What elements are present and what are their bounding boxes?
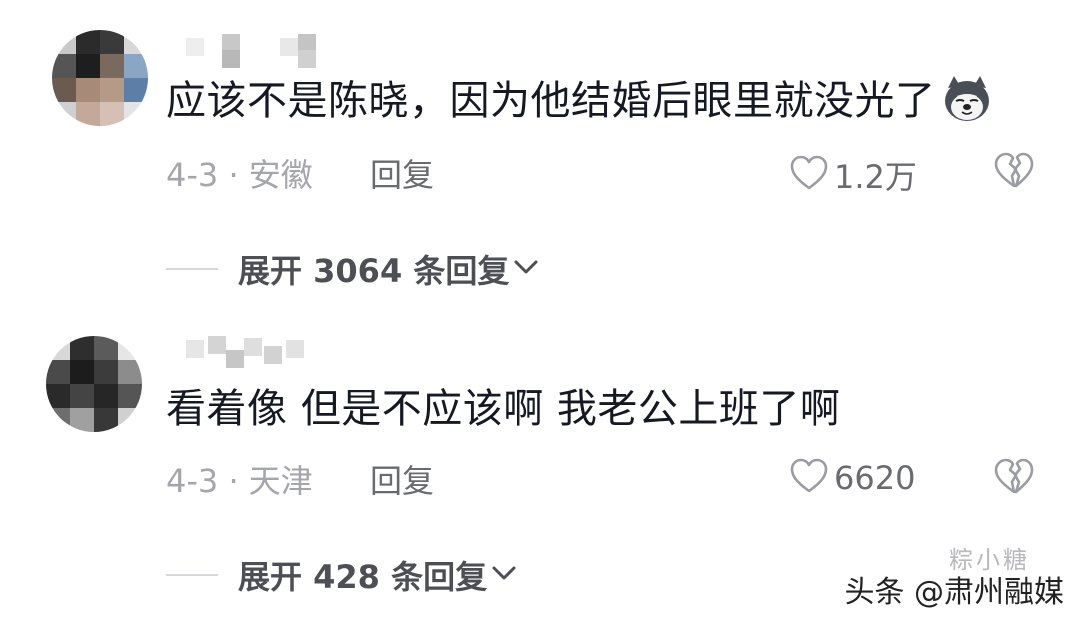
expand-replies-button[interactable]: 展开 3064 条回复 xyxy=(166,246,539,292)
expand-replies-label: 展开 428 条回复 xyxy=(238,558,488,596)
username-redacted[interactable] xyxy=(186,34,336,68)
like-button[interactable]: 1.2万 xyxy=(790,152,917,198)
comment-date-location: 4-3 · 安徽 xyxy=(166,156,313,194)
dislike-button[interactable] xyxy=(994,152,1034,192)
comment-list: 应该不是陈晓，因为他结婚后眼里就没光了 4-3 · 安徽 回复 1.2万 展开 … xyxy=(0,0,1080,627)
like-count: 6620 xyxy=(834,459,916,497)
avatar[interactable] xyxy=(52,30,148,126)
heart-outline-icon xyxy=(790,458,828,498)
like-count: 1.2万 xyxy=(834,158,917,196)
expand-replies-label: 展开 3064 条回复 xyxy=(238,252,510,290)
comment-text: 看着像 但是不应该啊 我老公上班了啊 xyxy=(166,386,841,432)
chevron-down-icon xyxy=(513,257,539,281)
broken-heart-icon xyxy=(994,152,1034,194)
expand-replies-button[interactable]: 展开 428 条回复 xyxy=(166,552,517,598)
husky-dog-icon xyxy=(942,74,992,124)
username-redacted[interactable] xyxy=(186,336,336,368)
divider-line xyxy=(166,268,218,270)
comment-text-content: 应该不是陈晓，因为他结婚后眼里就没光了 xyxy=(166,78,936,124)
reply-button[interactable]: 回复 xyxy=(370,150,434,196)
dislike-button[interactable] xyxy=(994,458,1034,498)
like-button[interactable]: 6620 xyxy=(790,458,915,498)
divider-line xyxy=(166,574,218,576)
reply-button[interactable]: 回复 xyxy=(370,456,434,502)
heart-outline-icon xyxy=(790,155,828,195)
chevron-down-icon xyxy=(491,563,517,587)
source-watermark: 头条 @肃州融媒 xyxy=(844,575,1064,610)
comment-date-location: 4-3 · 天津 xyxy=(166,462,313,500)
comment-text: 应该不是陈晓，因为他结婚后眼里就没光了 xyxy=(166,74,992,128)
avatar[interactable] xyxy=(46,336,142,432)
broken-heart-icon xyxy=(994,458,1034,500)
